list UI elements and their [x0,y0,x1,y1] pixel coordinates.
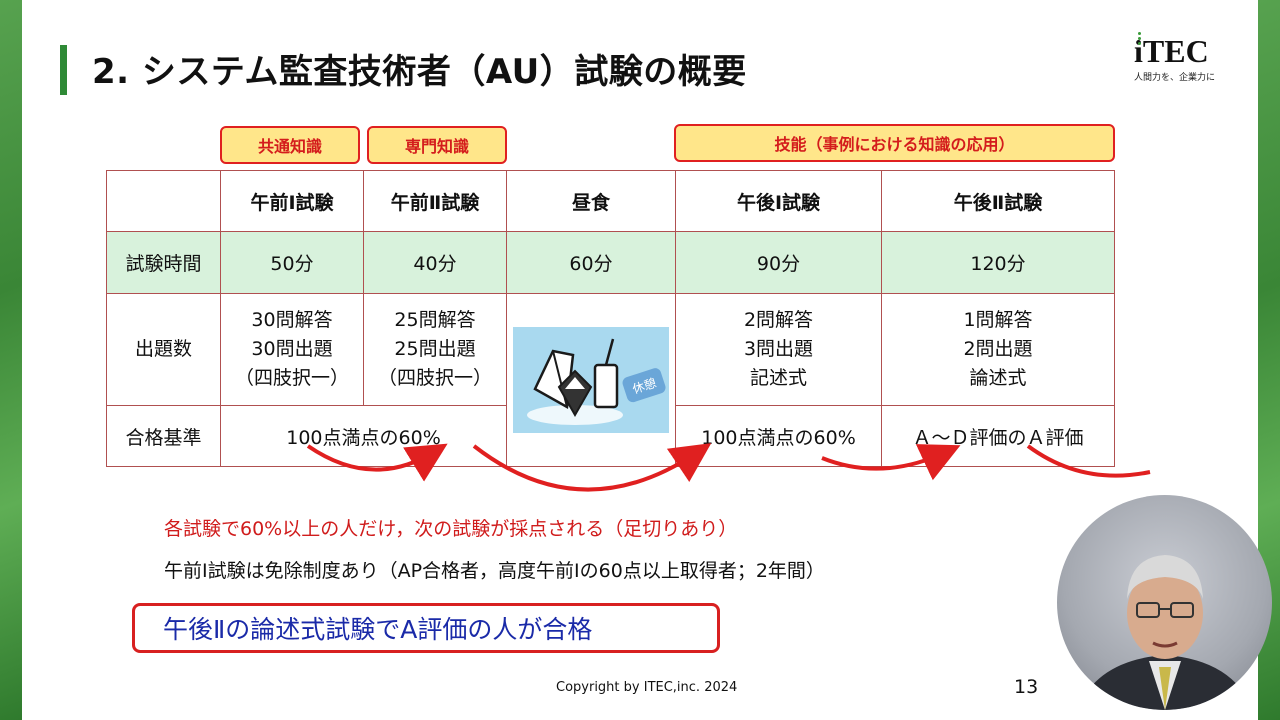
note-exemption: 午前Ⅰ試験は免除制度あり（AP合格者，高度午前Ⅰの60点以上取得者；2年間） [164,560,825,582]
questions-am2-line: （四肢択一） [377,367,492,389]
pass-label: 合格基準 [106,405,221,467]
time-label: 試験時間 [106,231,221,294]
header-am2: 午前Ⅱ試験 [363,170,507,232]
questions-pm2-line: 1問解答 [963,309,1033,331]
page-number: 13 [1014,676,1039,698]
table-row-time: 試験時間 50分 40分 60分 90分 120分 [106,231,1115,294]
questions-am1-line: （四肢択一） [234,367,349,389]
questions-am2: 25問解答 25問出題 （四肢択一） [363,293,507,406]
questions-pm1: 2問解答 3問出題 記述式 [675,293,882,406]
time-pm2: 120分 [881,231,1115,294]
copyright: Copyright by ITEC,inc. 2024 [556,680,738,695]
header-blank [106,170,221,232]
pass-pm2: Ａ～Ｄ評価のＡ評価 [881,405,1115,467]
slide-title: 2. システム監査技術者（AU）試験の概要 [92,52,747,92]
time-am1: 50分 [220,231,364,294]
questions-pm2-line: 2問出題 [963,338,1033,360]
lunch-illustration: 休憩 [513,327,669,433]
tag-specialty-knowledge: 専門知識 [367,126,507,164]
itec-logo: iTEC 人間力を、企業力に [1134,32,1224,83]
questions-am2-line: 25問解答 [394,309,476,331]
time-lunch: 60分 [506,231,676,294]
logo-dots [1138,32,1142,47]
pass-condition-box: 午後Ⅱの論述式試験でA評価の人が合格 [132,603,720,653]
exam-table: 午前Ⅰ試験 午前Ⅱ試験 昼食 午後Ⅰ試験 午後Ⅱ試験 試験時間 50分 40分 … [106,170,1115,467]
questions-pm2: 1問解答 2問出題 論述式 [881,293,1115,406]
logo-tagline: 人間力を、企業力に [1134,73,1216,83]
questions-am2-line: 25問出題 [394,338,476,360]
header-am1: 午前Ⅰ試験 [220,170,364,232]
logo-text: iTEC [1134,33,1209,69]
pass-pm1: 100点満点の60% [675,405,882,467]
questions-pm1-line: 記述式 [749,367,807,389]
note-cutoff: 各試験で60%以上の人だけ，次の試験が採点される（足切りあり） [164,518,738,540]
questions-am1: 30問解答 30問出題 （四肢択一） [220,293,364,406]
questions-pm2-line: 論述式 [969,367,1027,389]
table-row-questions: 出題数 30問解答 30問出題 （四肢択一） 25問解答 25問出題 （四肢択一… [106,293,1115,467]
tag-common-knowledge: 共通知識 [220,126,360,164]
table-header-row: 午前Ⅰ試験 午前Ⅱ試験 昼食 午後Ⅰ試験 午後Ⅱ試験 [106,170,1115,232]
tag-skill: 技能（事例における知識の応用） [674,124,1115,162]
header-pm2: 午後Ⅱ試験 [881,170,1115,232]
questions-pm1-line: 2問解答 [743,309,814,331]
slide: 2. システム監査技術者（AU）試験の概要 iTEC 人間力を、企業力に 共通知… [22,0,1272,720]
pass-am: 100点満点の60% [220,405,507,467]
time-am2: 40分 [363,231,507,294]
questions-label: 出題数 [106,293,221,406]
lunch-cell: 休憩 [506,293,676,467]
presenter-video [1057,495,1272,710]
title-accent-bar [60,45,67,95]
header-lunch: 昼食 [506,170,676,232]
questions-am1-line: 30問解答 [251,309,333,331]
questions-pm1-line: 3問出題 [743,338,814,360]
left-border-decoration [0,0,22,720]
time-pm1: 90分 [675,231,882,294]
questions-am1-line: 30問出題 [251,338,333,360]
header-pm1: 午後Ⅰ試験 [675,170,882,232]
